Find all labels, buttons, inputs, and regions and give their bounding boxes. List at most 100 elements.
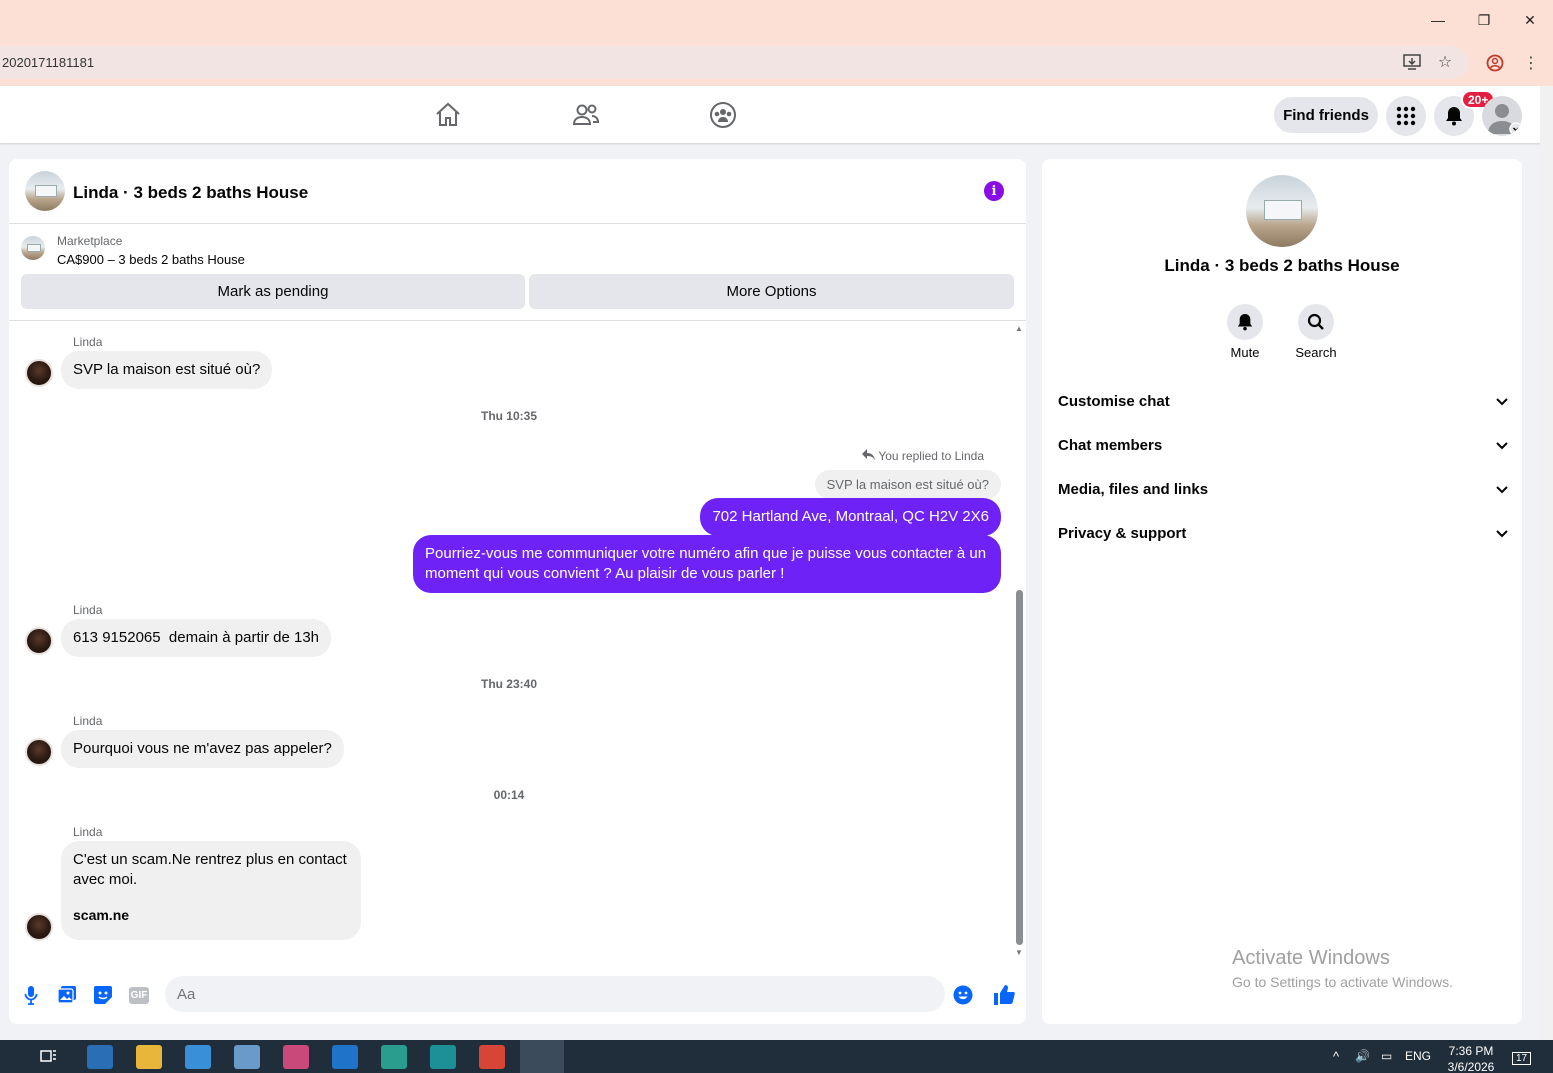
info-avatar[interactable]: [1246, 175, 1318, 247]
find-friends-button[interactable]: Find friends: [1274, 97, 1378, 133]
home-icon[interactable]: [433, 100, 463, 130]
url-text: 2020171181181: [2, 55, 95, 70]
action-center-icon[interactable]: 17: [1512, 1052, 1532, 1065]
section-label: Chat members: [1058, 436, 1163, 454]
address-bar: 2020171181181 ☆ ⋮: [0, 40, 1553, 86]
chat-info-panel: Linda · 3 beds 2 baths House Mute Search…: [1042, 159, 1522, 1024]
more-options-button[interactable]: More Options: [529, 274, 1014, 309]
groups-icon[interactable]: [708, 100, 738, 130]
mark-as-pending-button[interactable]: Mark as pending: [21, 274, 525, 309]
chrome-active-icon[interactable]: [520, 1040, 564, 1073]
minimize-button[interactable]: —: [1426, 8, 1450, 32]
section-media-files-links[interactable]: Media, files and links: [1058, 471, 1508, 507]
language-indicator[interactable]: ENG: [1405, 1049, 1431, 1063]
message-bubble[interactable]: SVP la maison est situé où?: [61, 351, 273, 389]
chevron-down-icon: [1496, 437, 1508, 454]
edge-icon[interactable]: [381, 1045, 407, 1069]
chevron-down-icon: [1496, 525, 1508, 542]
message-input[interactable]: [165, 976, 945, 1012]
store-icon[interactable]: [185, 1045, 211, 1069]
scroll-down-icon[interactable]: ▼: [1015, 948, 1023, 957]
network-icon[interactable]: ▭: [1381, 1049, 1392, 1063]
surfshark-icon[interactable]: [430, 1045, 456, 1069]
outgoing-message[interactable]: 702 Hartland Ave, Montraal, QC H2V 2X6: [700, 498, 1001, 536]
message-composer: GIF: [9, 962, 1026, 1024]
mail-icon[interactable]: [332, 1045, 358, 1069]
photos-app-icon[interactable]: [234, 1045, 260, 1069]
message-sender: Linda: [73, 335, 103, 349]
clock-date: 3/6/2026: [1447, 1060, 1495, 1073]
scroll-up-icon[interactable]: ▲: [1015, 324, 1023, 333]
account-avatar[interactable]: [1482, 96, 1522, 136]
like-thumb-icon[interactable]: [993, 985, 1015, 1005]
section-label: Privacy & support: [1058, 524, 1187, 542]
sticker-icon[interactable]: [93, 985, 113, 1005]
search-button[interactable]: [1298, 304, 1334, 340]
clock-time: 7:36 PM: [1448, 1044, 1494, 1058]
message-sender: Linda: [73, 603, 103, 617]
message-scrollbar[interactable]: ▲ ▼: [1013, 322, 1025, 962]
page-scrollbar[interactable]: [1540, 86, 1553, 1039]
activate-windows-watermark: Activate Windows Go to Settings to activ…: [1232, 947, 1453, 990]
activate-subtitle: Go to Settings to activate Windows.: [1232, 974, 1453, 990]
chat-header: Linda · 3 beds 2 baths House i: [9, 159, 1026, 224]
timestamp: Thu 23:40: [480, 677, 537, 691]
sender-avatar[interactable]: [25, 627, 53, 655]
link-preview[interactable]: scam.ne: [73, 905, 349, 925]
chevron-down-icon: [1496, 393, 1508, 410]
message-bubble[interactable]: Pourquoi vous ne m'avez pas appeler?: [61, 730, 344, 768]
microphone-icon[interactable]: [21, 985, 41, 1005]
volume-icon[interactable]: 🔊: [1355, 1049, 1370, 1063]
section-customise-chat[interactable]: Customise chat: [1058, 383, 1508, 419]
tray-expand-icon[interactable]: ^: [1333, 1049, 1339, 1064]
facebook-top-nav: Find friends 20+: [0, 86, 1540, 143]
chevron-down-icon: [1496, 481, 1508, 498]
message-bubble[interactable]: 613 9152065 demain à partir de 13h: [61, 619, 332, 657]
task-view-icon[interactable]: [37, 1045, 63, 1069]
scroll-thumb[interactable]: [1016, 590, 1023, 945]
chat-avatar[interactable]: [25, 171, 65, 211]
activate-title: Activate Windows: [1232, 947, 1390, 969]
mute-label: Mute: [1230, 345, 1260, 360]
section-label: Media, files and links: [1058, 480, 1209, 498]
reply-note: You replied to Linda: [862, 449, 984, 463]
gif-icon[interactable]: GIF: [128, 985, 150, 1005]
sender-avatar[interactable]: [25, 359, 53, 387]
timestamp: 00:14: [493, 788, 525, 802]
quoted-message[interactable]: SVP la maison est situé où?: [814, 470, 1001, 499]
sender-avatar[interactable]: [25, 738, 53, 766]
profile-icon[interactable]: [1484, 52, 1506, 74]
system-clock[interactable]: 7:36 PM 3/6/2026: [1440, 1043, 1502, 1073]
marketplace-listing: Marketplace CA$900 – 3 beds 2 baths Hous…: [9, 224, 1026, 321]
chat-title[interactable]: Linda · 3 beds 2 baths House: [73, 183, 308, 203]
restore-button[interactable]: ❐: [1472, 8, 1496, 32]
install-app-icon[interactable]: [1401, 51, 1423, 73]
message-bubble[interactable]: C'est un scam.Ne rentrez plus en contact…: [61, 841, 361, 940]
section-privacy-support[interactable]: Privacy & support: [1058, 515, 1508, 551]
pc-app-icon[interactable]: [87, 1045, 113, 1069]
message-sender: Linda: [73, 825, 103, 839]
windows-taskbar: ^ 🔊 ▭ ENG 7:36 PM 3/6/2026 17: [0, 1040, 1553, 1073]
friends-icon[interactable]: [571, 100, 601, 130]
mute-button[interactable]: [1227, 304, 1263, 340]
listing-thumbnail[interactable]: [21, 236, 45, 260]
info-icon[interactable]: i: [984, 181, 1004, 201]
emoji-icon[interactable]: [953, 985, 973, 1005]
section-chat-members[interactable]: Chat members: [1058, 427, 1508, 463]
photo-icon[interactable]: [57, 985, 77, 1005]
menu-grid-icon[interactable]: [1386, 96, 1426, 136]
listing-title[interactable]: CA$900 – 3 beds 2 baths House: [57, 252, 245, 267]
close-window-button[interactable]: ✕: [1518, 8, 1542, 32]
chrome-icon[interactable]: [479, 1045, 505, 1069]
info-title: Linda · 3 beds 2 baths House: [1164, 256, 1400, 275]
omnibox[interactable]: 2020171181181 ☆: [0, 46, 1468, 79]
paint-app-icon[interactable]: [283, 1045, 309, 1069]
message-sender: Linda: [73, 714, 103, 728]
outgoing-message[interactable]: Pourriez-vous me communiquer votre numér…: [413, 535, 1001, 593]
browser-title-bar: — ❐ ✕: [0, 0, 1553, 40]
browser-menu-icon[interactable]: ⋮: [1520, 52, 1542, 74]
sender-avatar[interactable]: [25, 913, 53, 941]
timestamp: Thu 10:35: [480, 409, 537, 423]
file-explorer-icon[interactable]: [136, 1045, 162, 1069]
bookmark-star-icon[interactable]: ☆: [1434, 51, 1456, 73]
